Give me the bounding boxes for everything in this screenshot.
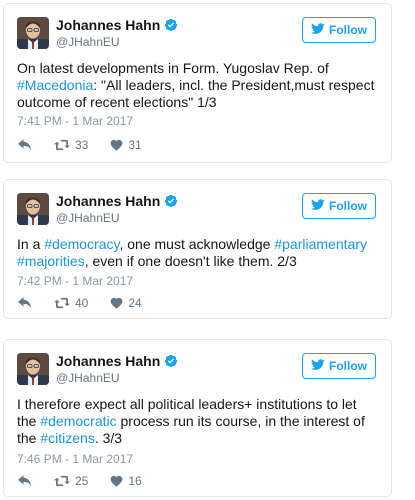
verified-badge-icon	[164, 194, 178, 211]
tweet-actions: 25 16	[18, 473, 142, 489]
tweet-text-segment: On latest developments in Form. Yugoslav…	[17, 60, 329, 76]
tweet-card-2[interactable]: Johannes Hahn @JHahnEU Follow In a #demo…	[3, 179, 392, 319]
author-handle[interactable]: @JHahnEU	[56, 211, 120, 225]
verified-badge-icon	[164, 354, 178, 371]
like-button[interactable]: 24	[110, 296, 142, 310]
tweet-timestamp[interactable]: 7:42 PM - 1 Mar 2017	[17, 274, 133, 288]
follow-button[interactable]: Follow	[302, 17, 376, 43]
tweet-text: I therefore expect all political leaders…	[17, 396, 379, 447]
follow-label: Follow	[329, 359, 367, 373]
avatar[interactable]	[17, 193, 49, 225]
retweet-icon	[54, 475, 70, 487]
tweet-actions: 40 24	[18, 295, 142, 311]
follow-button[interactable]: Follow	[302, 193, 376, 219]
bird-icon	[311, 198, 329, 214]
reply-icon	[18, 475, 32, 487]
retweet-count: 33	[75, 138, 89, 152]
like-button[interactable]: 16	[110, 474, 142, 488]
retweet-icon	[54, 139, 70, 151]
retweet-button[interactable]: 33	[54, 138, 88, 152]
tweet-card-3[interactable]: Johannes Hahn @JHahnEU Follow I therefor…	[3, 339, 392, 497]
tweet-text-segment: . 3/3	[94, 430, 123, 446]
follow-label: Follow	[329, 199, 367, 213]
like-count: 31	[128, 138, 142, 152]
avatar[interactable]	[17, 353, 49, 385]
heart-icon	[110, 139, 123, 151]
retweet-count: 40	[75, 296, 89, 310]
hashtag-link[interactable]: #majorities	[17, 253, 85, 269]
follow-button[interactable]: Follow	[302, 353, 376, 379]
tweet-timestamp[interactable]: 7:41 PM - 1 Mar 2017	[17, 114, 133, 128]
retweet-button[interactable]: 40	[54, 296, 88, 310]
retweet-count: 25	[75, 474, 89, 488]
tweet-timestamp[interactable]: 7:46 PM - 1 Mar 2017	[17, 452, 133, 466]
author-name[interactable]: Johannes Hahn	[56, 17, 178, 35]
author-handle[interactable]: @JHahnEU	[56, 35, 120, 49]
hashtag-link[interactable]: #democratic	[40, 413, 116, 429]
author-name[interactable]: Johannes Hahn	[56, 193, 178, 211]
retweet-icon	[54, 297, 70, 309]
like-count: 16	[128, 474, 142, 488]
retweet-button[interactable]: 25	[54, 474, 88, 488]
author-handle[interactable]: @JHahnEU	[56, 371, 120, 385]
hashtag-link[interactable]: #Macedonia	[17, 77, 93, 93]
tweet-text-segment: , one must acknowledge	[119, 236, 275, 252]
avatar[interactable]	[17, 17, 49, 49]
tweet-card-1[interactable]: Johannes Hahn @JHahnEU Follow On latest …	[3, 3, 392, 163]
hashtag-link[interactable]: #citizens	[40, 430, 94, 446]
tweet-text-segment: In a	[17, 236, 45, 252]
author-name-text[interactable]: Johannes Hahn	[56, 193, 160, 209]
hashtag-link[interactable]: #democracy	[44, 236, 119, 252]
bird-icon	[311, 22, 329, 38]
reply-icon	[18, 139, 32, 151]
verified-badge-icon	[164, 18, 178, 35]
reply-button[interactable]	[18, 139, 32, 151]
tweet-text-segment: , even if one doesn't like them. 2/3	[84, 253, 297, 269]
hashtag-link[interactable]: #parliamentary	[274, 236, 367, 252]
follow-label: Follow	[329, 23, 367, 37]
tweet-actions: 33 31	[18, 137, 142, 153]
author-name-text[interactable]: Johannes Hahn	[56, 353, 160, 369]
bird-icon	[311, 358, 329, 374]
tweet-text: On latest developments in Form. Yugoslav…	[17, 60, 379, 111]
author-name[interactable]: Johannes Hahn	[56, 353, 178, 371]
tweet-text: In a #democracy, one must acknowledge #p…	[17, 236, 379, 270]
heart-icon	[110, 297, 123, 309]
author-name-text[interactable]: Johannes Hahn	[56, 17, 160, 33]
reply-icon	[18, 297, 32, 309]
reply-button[interactable]	[18, 475, 32, 487]
like-button[interactable]: 31	[110, 138, 142, 152]
reply-button[interactable]	[18, 297, 32, 309]
heart-icon	[110, 475, 123, 487]
like-count: 24	[128, 296, 142, 310]
